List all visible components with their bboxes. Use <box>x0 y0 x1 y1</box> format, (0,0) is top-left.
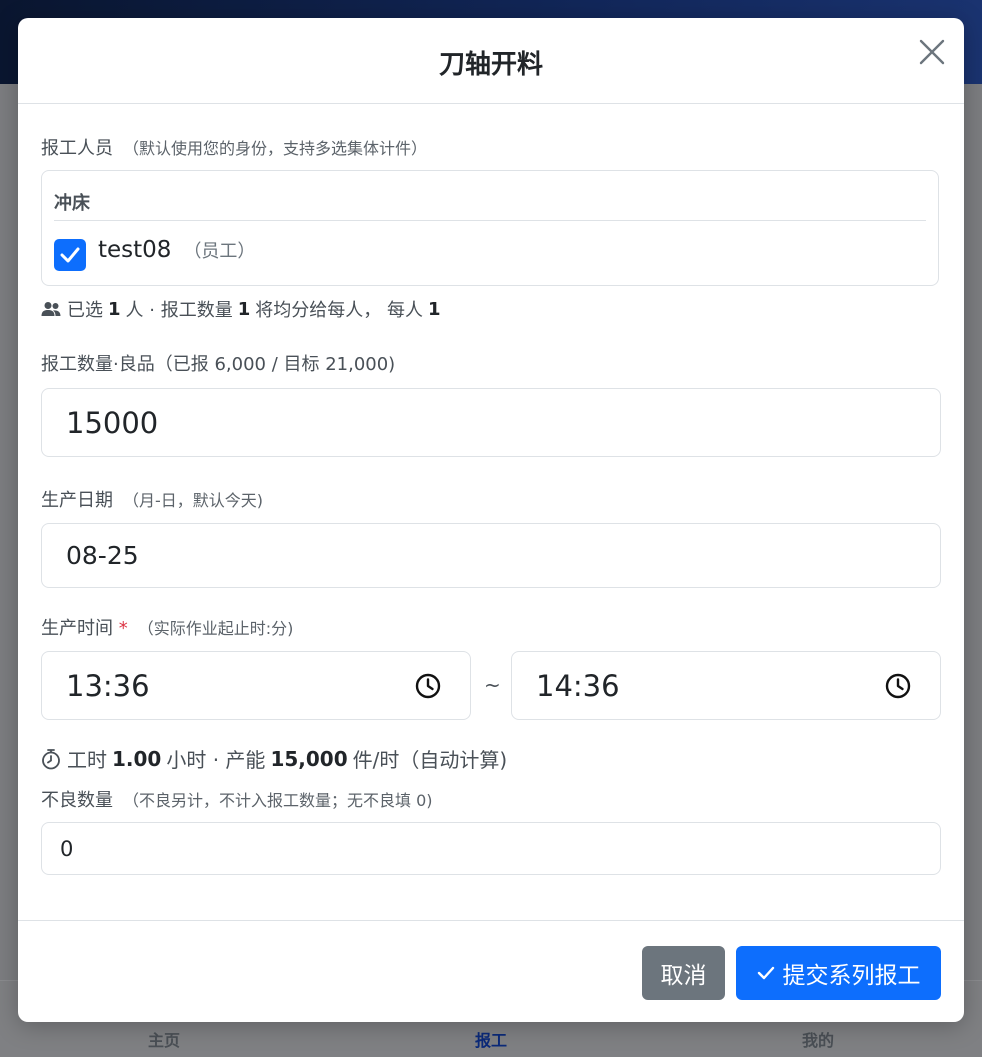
staff-member-name: test08 <box>98 237 172 263</box>
required-marker: * <box>118 618 128 639</box>
stopwatch-icon <box>42 748 60 769</box>
staff-group-divider <box>54 220 926 221</box>
staff-hint: （默认使用您的身份，支持多选集体计件） <box>123 139 428 158</box>
quantity-input[interactable]: 15000 <box>41 388 941 457</box>
staff-label-text: 报工人员 <box>41 138 113 159</box>
time-hint: （实际作业起止时:分) <box>137 619 294 638</box>
calc-capacity: 15,000 <box>270 746 348 771</box>
clock-icon[interactable] <box>414 672 442 700</box>
quantity-value: 15000 <box>66 405 159 440</box>
clock-icon[interactable] <box>884 672 912 700</box>
time-label: 生产时间 * （实际作业起止时:分) <box>41 614 293 640</box>
calc-mid: 小时 · 产能 <box>166 748 266 772</box>
summary-mid1: 人 · 报工数量 <box>125 300 233 321</box>
work-hours-calc: 工时 1.00 小时 · 产能 15,000 件/时（自动计算) <box>41 744 507 773</box>
users-icon <box>41 302 61 316</box>
calc-prefix: 工时 <box>67 748 107 772</box>
staff-checkbox[interactable] <box>54 239 86 271</box>
defects-label: 不良数量 （不良另计，不计入报工数量；无不良填 0) <box>41 786 433 812</box>
summary-prefix: 已选 <box>67 300 103 321</box>
time-label-text: 生产时间 <box>41 618 113 639</box>
date-value: 08-25 <box>66 541 139 570</box>
nav-home[interactable]: 主页 <box>148 1027 180 1051</box>
staff-member[interactable]: test08 （员工） <box>98 237 255 263</box>
staff-member-role: （员工） <box>183 241 256 262</box>
modal-footer: 取消 提交系列报工 <box>18 920 964 1022</box>
defects-input[interactable]: 0 <box>41 822 941 875</box>
quantity-label: 报工数量·良品（已报 6,000 / 目标 21,000) <box>41 354 396 375</box>
end-time-input[interactable]: 14:36 <box>511 651 941 720</box>
check-icon <box>60 247 80 263</box>
summary-qty: 1 <box>237 298 251 320</box>
nav-report[interactable]: 报工 <box>475 1027 507 1051</box>
cancel-label: 取消 <box>660 963 707 989</box>
start-time-input[interactable]: 13:36 <box>41 651 471 720</box>
summary-count: 1 <box>108 298 121 320</box>
time-separator: ~ <box>484 673 501 697</box>
calc-hours: 1.00 <box>112 746 162 771</box>
defects-hint: （不良另计，不计入报工数量；无不良填 0) <box>123 791 433 810</box>
start-time-value: 13:36 <box>66 668 150 703</box>
calc-suffix: 件/时（自动计算) <box>352 748 508 772</box>
modal-title: 刀轴开料 <box>438 50 543 80</box>
defects-value: 0 <box>60 836 74 861</box>
summary-mid2: 将均分给每人， 每人 <box>255 300 423 321</box>
submit-label: 提交系列报工 <box>782 963 921 989</box>
summary-per: 1 <box>427 298 441 320</box>
date-label: 生产日期 （月-日，默认今天) <box>41 486 263 512</box>
defects-label-text: 不良数量 <box>41 790 113 811</box>
date-input[interactable]: 08-25 <box>41 523 941 588</box>
staff-selector: 冲床 test08 （员工） <box>41 170 939 286</box>
close-icon[interactable] <box>918 38 946 66</box>
modal-header: 刀轴开料 <box>18 18 964 104</box>
staff-summary: 已选 1 人 · 报工数量 1 将均分给每人， 每人 1 <box>41 296 446 322</box>
staff-label: 报工人员 （默认使用您的身份，支持多选集体计件） <box>41 134 427 160</box>
staff-group-title: 冲床 <box>54 193 90 214</box>
date-label-text: 生产日期 <box>41 490 113 511</box>
report-modal: 刀轴开料 报工人员 （默认使用您的身份，支持多选集体计件） 冲床 test08 （员… <box>18 18 964 1022</box>
nav-mine[interactable]: 我的 <box>802 1027 834 1051</box>
end-time-value: 14:36 <box>536 668 620 703</box>
date-hint: （月-日，默认今天) <box>123 491 264 510</box>
submit-button[interactable]: 提交系列报工 <box>736 946 941 1000</box>
check-icon <box>757 966 774 980</box>
cancel-button[interactable]: 取消 <box>642 946 725 1000</box>
